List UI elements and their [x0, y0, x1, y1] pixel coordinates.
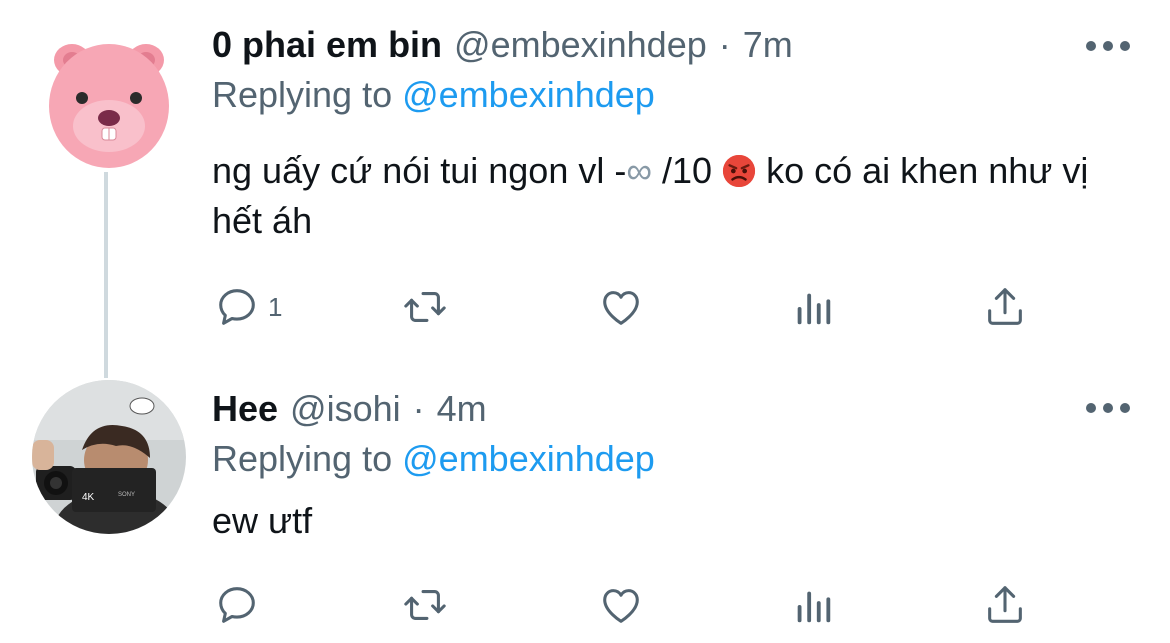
share-button[interactable]: [982, 580, 1028, 630]
like-button[interactable]: [598, 580, 644, 630]
reply-button[interactable]: 1: [214, 282, 282, 332]
retweet-button[interactable]: [402, 580, 448, 630]
reply-count: 1: [268, 291, 283, 322]
display-name[interactable]: Hee: [212, 388, 278, 430]
retweet-icon: [404, 292, 446, 322]
tweet-text-part2: /10: [652, 150, 713, 191]
tweet-text: ng uấy cứ nói tui ngon vl -∞ /10 ko có a…: [212, 146, 1112, 246]
timestamp[interactable]: 4m: [437, 388, 487, 430]
timestamp[interactable]: 7m: [743, 24, 793, 66]
like-icon: [603, 589, 639, 623]
tweet-header: 0 phai em bin @embexinhdep · 7m: [212, 20, 793, 70]
reply-icon: [219, 587, 255, 623]
separator-dot: ·: [718, 24, 731, 65]
svg-text:4K: 4K: [82, 492, 95, 503]
angry-face-emoji: [723, 154, 756, 188]
separator-dot: ·: [412, 388, 425, 429]
svg-text:SONY: SONY: [118, 492, 135, 498]
more-icon[interactable]: [1086, 36, 1130, 56]
analytics-icon: [797, 293, 831, 325]
like-icon: [603, 291, 639, 325]
analytics-button[interactable]: [790, 580, 836, 630]
replying-to-line: Replying to @embexinhdep: [212, 74, 655, 116]
reply-button[interactable]: [214, 580, 260, 630]
share-button[interactable]: [982, 282, 1028, 332]
like-button[interactable]: [598, 282, 644, 332]
avatar[interactable]: 4K SONY: [32, 380, 186, 534]
handle[interactable]: @embexinhdep: [454, 24, 707, 66]
reply-icon: [219, 289, 255, 325]
replying-to-mention[interactable]: @embexinhdep: [402, 438, 655, 479]
replying-prefix: Replying to: [212, 74, 393, 115]
retweet-button[interactable]: [402, 282, 448, 332]
replying-to-mention[interactable]: @embexinhdep: [402, 74, 655, 115]
share-icon: [988, 586, 1022, 623]
person-with-camera-avatar: 4K SONY: [32, 380, 186, 534]
replying-prefix: Replying to: [212, 438, 393, 479]
avatar[interactable]: [32, 18, 186, 172]
handle[interactable]: @isohi: [290, 388, 401, 430]
share-icon: [988, 288, 1022, 325]
display-name[interactable]: 0 phai em bin: [212, 24, 442, 66]
retweet-icon: [404, 590, 446, 620]
thread-connector-line: [104, 172, 108, 378]
replying-to-line: Replying to @embexinhdep: [212, 438, 655, 480]
tweet-text-part1: ng uấy cứ nói tui ngon vl -: [212, 150, 627, 191]
pink-beaver-avatar: [32, 18, 186, 172]
tweet-text-infinity: ∞: [626, 150, 653, 191]
tweet-header: Hee @isohi · 4m: [212, 384, 487, 434]
more-icon[interactable]: [1086, 398, 1130, 418]
tweet-actions: [212, 580, 1042, 630]
analytics-icon: [797, 591, 831, 623]
analytics-button[interactable]: [790, 282, 836, 332]
tweet-actions: 1: [212, 282, 1042, 332]
tweet-text: ew ưtf: [212, 500, 313, 541]
